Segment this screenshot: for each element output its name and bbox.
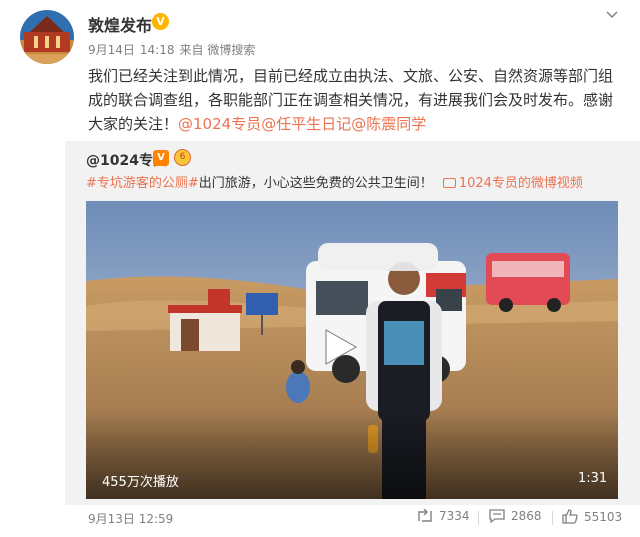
verified-badge: V [152,13,169,30]
post-time[interactable]: 14:18 [140,43,175,57]
repost-button[interactable]: 7334 [417,509,470,523]
like-count: 55103 [584,509,623,524]
post-text-line: 我们已经关注到此情况，目前已经成立由执法、文旅、公安、自然资源等部门组 [88,67,614,85]
video-link[interactable]: 1024专员的微博视频 [442,176,583,191]
medal-icon[interactable]: 6 [174,149,191,166]
repost-date[interactable]: 9月13日 12:59 [88,510,173,527]
comment-count: 2868 [511,509,542,523]
mention-link[interactable]: @任平生日记 [261,115,351,133]
divider [478,511,479,525]
like-button[interactable]: 55103 [562,509,622,524]
mention-link[interactable]: @1024专员 [178,115,261,133]
view-count: 455万次播放 [102,475,179,490]
chevron-down-icon[interactable] [602,8,622,24]
post-source[interactable]: 来自 微博搜索 [180,43,256,57]
post-username[interactable]: 敦煌发布 [88,12,152,36]
repost-verified-badge: V [153,150,169,166]
repost-text: #专坑游客的公厕#出门旅游，小心这些免费的公共卫生间！ 1024专员的微博视频 [86,172,583,191]
post-text-line: 成的联合调查组，各职能部门正在调查相关情况，有进展我们会及时发布。感谢 [88,91,614,109]
repost-body: 出门旅游，小心这些免费的公共卫生间！ [198,176,433,191]
comment-icon [489,509,505,523]
mention-link[interactable]: @陈震同学 [351,115,426,133]
play-icon[interactable] [320,328,358,366]
video-duration: 1:31 [578,471,608,486]
thumbs-up-icon [562,509,578,524]
post-text-line: 大家的关注！ [88,115,179,133]
repost-icon [417,509,433,523]
post-meta: 9月14日 14:18 来自 微博搜索 [88,41,260,58]
repost-count: 7334 [439,509,470,523]
divider [552,511,553,525]
post-content: 我们已经关注到此情况，目前已经成立由执法、文旅、公安、自然资源等部门组 成的联合… [88,64,618,136]
topic-link[interactable]: #专坑游客的公厕# [86,176,199,191]
post-date[interactable]: 9月14日 [88,43,135,57]
video-camera-icon [442,177,456,188]
video-link-label: 1024专员的微博视频 [458,176,583,191]
avatar[interactable] [20,10,74,64]
comment-button[interactable]: 2868 [489,509,542,523]
